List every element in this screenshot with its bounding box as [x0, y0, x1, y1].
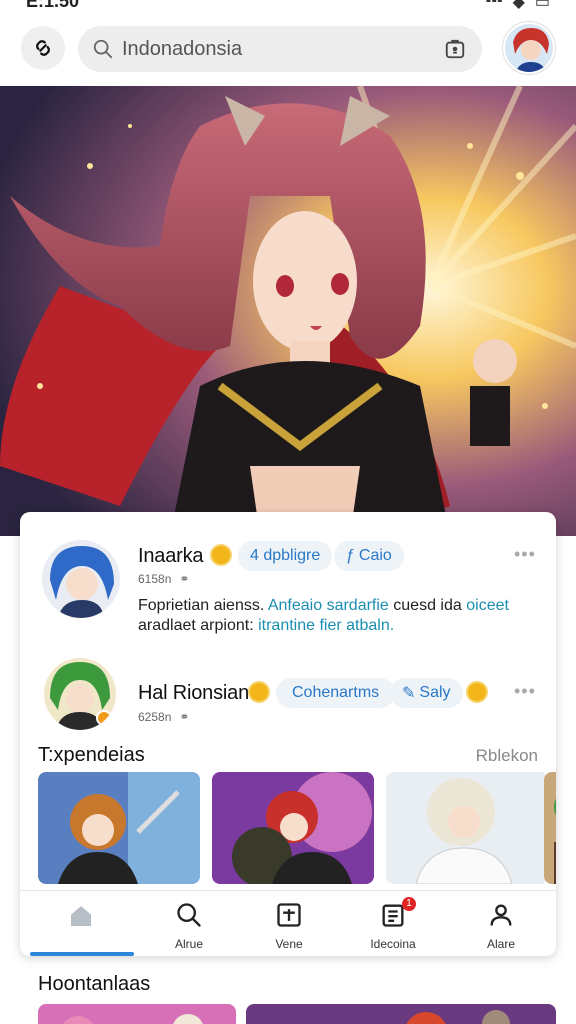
- coin-icon: [466, 681, 488, 703]
- home-icon: [71, 906, 91, 926]
- post-item[interactable]: Hal Rionsian Cohenartms ✎ Saly ••• 6258n…: [20, 652, 556, 742]
- link-icon: ⚭: [179, 710, 190, 724]
- link-button[interactable]: [21, 26, 65, 70]
- thumbnail-card[interactable]: [246, 1004, 556, 1024]
- tag-pill[interactable]: Cohenartms: [276, 678, 396, 708]
- bottom-nav: Alrue Vene 1 Idecoina Alare: [20, 890, 556, 956]
- status-badge: [96, 710, 112, 726]
- thumbnail-card[interactable]: [212, 772, 374, 884]
- feed-card: Inaarka 4 dpbligre ƒ Caio ••• 6158n ⚭ Fo…: [20, 512, 556, 956]
- post-text: aradlaet arpiont:: [138, 617, 254, 634]
- tag-icon: ƒ: [346, 547, 355, 564]
- search-input[interactable]: Indonadonsia: [78, 26, 482, 72]
- verified-badge-icon: [210, 544, 232, 566]
- tag-label: Saly: [419, 684, 451, 701]
- link-icon: [36, 40, 50, 56]
- tab-label: Alare: [486, 937, 515, 951]
- tag-label: Cohenartms: [292, 684, 380, 701]
- status-icons: ▪▪▪ ◆ ▭: [486, 0, 550, 12]
- post-body: Foprietian aienss. Anfeaio sardarfie cue…: [138, 596, 538, 636]
- post-timestamp: 6158n: [138, 572, 172, 586]
- tab-notes[interactable]: 1 Idecoina: [348, 897, 438, 951]
- tab-home[interactable]: [36, 901, 126, 939]
- thumbnail-card[interactable]: [386, 772, 548, 884]
- signal-icon: ▪▪▪: [485, 0, 503, 9]
- tab-label: Idecoina: [370, 937, 416, 951]
- tab-create[interactable]: Vene: [244, 901, 334, 951]
- more-options-icon[interactable]: •••: [514, 681, 536, 702]
- link-icon: ⚭: [179, 572, 190, 586]
- post-link[interactable]: oiceet: [466, 597, 509, 614]
- post-meta: 6258n ⚭: [138, 710, 189, 724]
- post-text: cuesd ida: [393, 597, 462, 614]
- user-avatar[interactable]: [503, 22, 555, 74]
- post-timestamp: 6258n: [138, 710, 172, 724]
- post-author[interactable]: Inaarka: [138, 545, 204, 568]
- tab-search[interactable]: Alrue: [144, 901, 234, 951]
- post-text: Foprietian aienss.: [138, 597, 265, 614]
- tag-pill[interactable]: ƒ Caio: [334, 541, 404, 571]
- tab-label: Vene: [275, 937, 303, 951]
- hero-illustration: [0, 86, 576, 536]
- thumbnail-row: [38, 772, 556, 884]
- search-icon: [177, 903, 201, 927]
- pen-icon: ✎: [402, 685, 416, 702]
- more-options-icon[interactable]: •••: [514, 544, 536, 565]
- tag-label: Caio: [358, 547, 392, 564]
- post-meta: 6158n ⚭: [138, 572, 189, 586]
- post-avatar[interactable]: [42, 540, 120, 618]
- thumbnail-card[interactable]: [38, 1004, 236, 1024]
- profile-icon: [490, 904, 512, 926]
- active-tab-indicator: [30, 952, 134, 956]
- tab-label: Alrue: [174, 937, 203, 951]
- verified-badge-icon: [248, 681, 270, 703]
- post-avatar[interactable]: [44, 658, 116, 730]
- scan-icon[interactable]: [444, 37, 466, 61]
- bottom-section-title: Hoontanlaas: [38, 973, 151, 995]
- notification-badge: 1: [402, 897, 416, 911]
- post-author[interactable]: Hal Rionsian: [138, 682, 249, 705]
- status-time: E:1.50: [26, 0, 80, 11]
- plus-box-icon: [277, 903, 301, 927]
- tag-pill[interactable]: 4 dpbligre: [238, 541, 333, 571]
- thumbnail-card[interactable]: [544, 772, 556, 884]
- thumbnail-card[interactable]: [38, 772, 200, 884]
- status-bar: E:1.50 ▪▪▪ ◆ ▭: [0, 0, 576, 14]
- battery-icon: ▭: [534, 0, 550, 11]
- hero-banner[interactable]: [0, 86, 576, 536]
- post-link[interactable]: itrantine fier atbaln.: [258, 617, 394, 634]
- search-value: Indonadonsia: [122, 38, 243, 60]
- search-icon: [93, 39, 113, 59]
- post-item[interactable]: Inaarka 4 dpbligre ƒ Caio ••• 6158n ⚭ Fo…: [20, 512, 556, 662]
- section-title: T:xpendeias: [38, 744, 145, 766]
- tag-label: 4 dpbligre: [250, 547, 321, 564]
- wifi-icon: ◆: [512, 0, 525, 11]
- top-bar: Indonadonsia: [0, 22, 576, 78]
- post-link[interactable]: Anfeaio sardarfie: [268, 597, 389, 614]
- section-more-link[interactable]: Rblekon: [476, 746, 538, 766]
- tag-pill[interactable]: ✎ Saly: [390, 678, 463, 708]
- tab-profile[interactable]: Alare: [456, 901, 546, 951]
